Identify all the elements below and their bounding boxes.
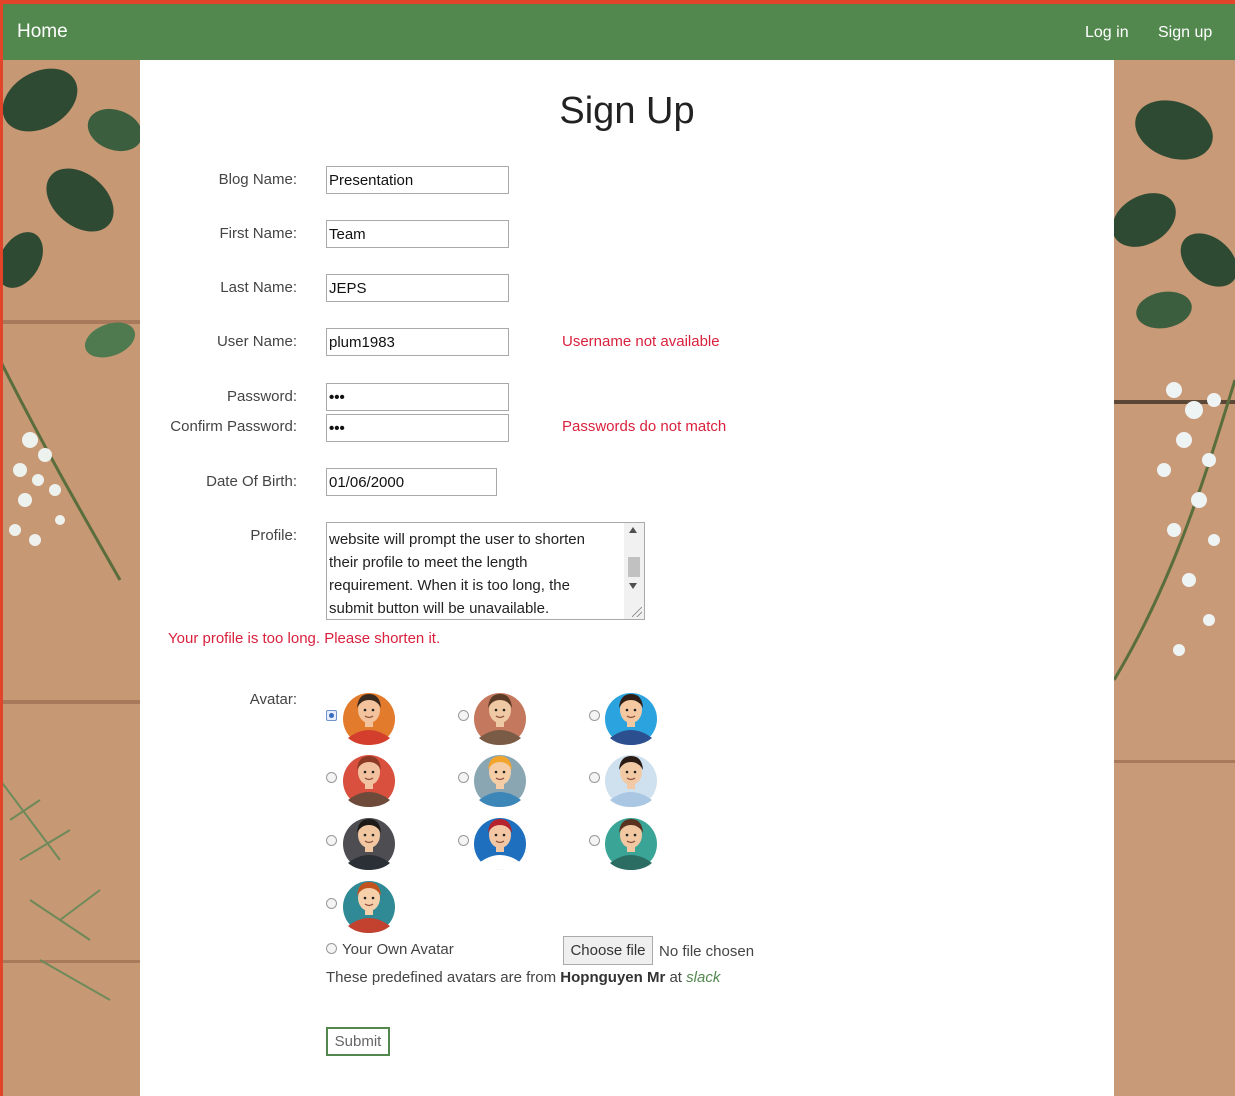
avatar-radio[interactable] — [326, 772, 337, 783]
man-headset-avatar[interactable] — [342, 688, 396, 746]
scroll-thumb[interactable] — [628, 557, 640, 577]
profile-line: website will prompt the user to shorten — [329, 531, 585, 548]
avatar-credit: These predefined avatars are from Hopngu… — [326, 969, 720, 986]
man-beard-avatar[interactable] — [604, 750, 658, 808]
password-input[interactable] — [326, 383, 509, 411]
top-navbar: Home Log in Sign up — [3, 4, 1235, 60]
man-blond-avatar[interactable] — [473, 750, 527, 808]
profile-label: Profile: — [250, 527, 297, 544]
last-name-input[interactable] — [326, 274, 509, 302]
credit-at: at — [669, 969, 682, 986]
credit-author: Hopnguyen Mr — [560, 969, 666, 986]
profile-textarea[interactable]: website will prompt the user to shorten … — [326, 522, 645, 620]
user-name-label: User Name: — [216, 333, 297, 350]
woman-ginger-avatar[interactable] — [342, 876, 396, 934]
man-dark-suit-avatar[interactable] — [342, 813, 396, 871]
profile-line: their profile to meet the length — [329, 554, 528, 571]
man-glasses-avatar[interactable] — [604, 813, 658, 871]
profile-length-error: Your profile is too long. Please shorten… — [168, 630, 441, 647]
choose-file-button[interactable]: Choose file — [563, 936, 653, 965]
user-name-input[interactable] — [326, 328, 509, 356]
avatar-radio[interactable] — [326, 898, 337, 909]
password-mismatch-error: Passwords do not match — [562, 418, 727, 435]
signup-panel: Sign Up Blog Name: First Name: Last Name… — [140, 60, 1114, 1096]
avatar-radio[interactable] — [589, 772, 600, 783]
nav-login-link[interactable]: Log in — [1085, 24, 1129, 42]
own-avatar-label: Your Own Avatar — [342, 941, 454, 958]
profile-scrollbar[interactable] — [624, 523, 644, 619]
confirm-password-label: Confirm Password: — [170, 418, 297, 435]
profile-text: website will prompt the user to shorten … — [329, 528, 619, 620]
avatar-radio[interactable] — [326, 835, 337, 846]
left-accent-line — [0, 0, 3, 1096]
file-status: No file chosen — [659, 943, 755, 960]
credit-prefix: These predefined avatars are from — [326, 969, 557, 986]
nav-signup-link[interactable]: Sign up — [1158, 24, 1212, 42]
submit-button[interactable]: Submit — [326, 1027, 390, 1056]
avatar-radio[interactable] — [458, 772, 469, 783]
password-label: Password: — [226, 388, 297, 405]
background-right-leaves — [1114, 60, 1235, 1096]
avatar-radio[interactable] — [589, 710, 600, 721]
man-suit-blue-avatar[interactable] — [604, 688, 658, 746]
resize-handle-icon[interactable] — [632, 607, 642, 617]
blog-name-label: Blog Name: — [218, 171, 297, 188]
blog-name-input[interactable] — [326, 166, 509, 194]
profile-line: submit button will be unavailable. — [329, 600, 550, 617]
username-error: Username not available — [562, 333, 720, 350]
dob-input[interactable] — [326, 468, 497, 496]
profile-line: requirement. When it is too long, the — [329, 577, 570, 594]
scroll-up-arrow-icon[interactable] — [629, 527, 637, 533]
nav-home-link[interactable]: Home — [17, 21, 68, 43]
dob-label: Date Of Birth: — [206, 473, 297, 490]
first-name-label: First Name: — [219, 225, 297, 242]
scroll-down-arrow-icon[interactable] — [629, 583, 637, 589]
confirm-password-input[interactable] — [326, 414, 509, 442]
man-suit-brown-avatar[interactable] — [473, 688, 527, 746]
avatar-label: Avatar: — [249, 691, 297, 708]
page-title: Sign Up — [559, 90, 695, 132]
avatar-radio[interactable] — [458, 835, 469, 846]
own-avatar-radio[interactable] — [326, 943, 337, 954]
avatar-radio[interactable] — [326, 710, 337, 721]
background-left-leaves — [0, 60, 140, 1096]
avatar-radio[interactable] — [589, 835, 600, 846]
first-name-input[interactable] — [326, 220, 509, 248]
woman-red-hair-avatar[interactable] — [342, 750, 396, 808]
last-name-label: Last Name: — [220, 279, 297, 296]
avatar-radio[interactable] — [458, 710, 469, 721]
credit-site-link[interactable]: slack — [686, 969, 720, 986]
woman-red-bob-avatar[interactable] — [473, 813, 527, 871]
